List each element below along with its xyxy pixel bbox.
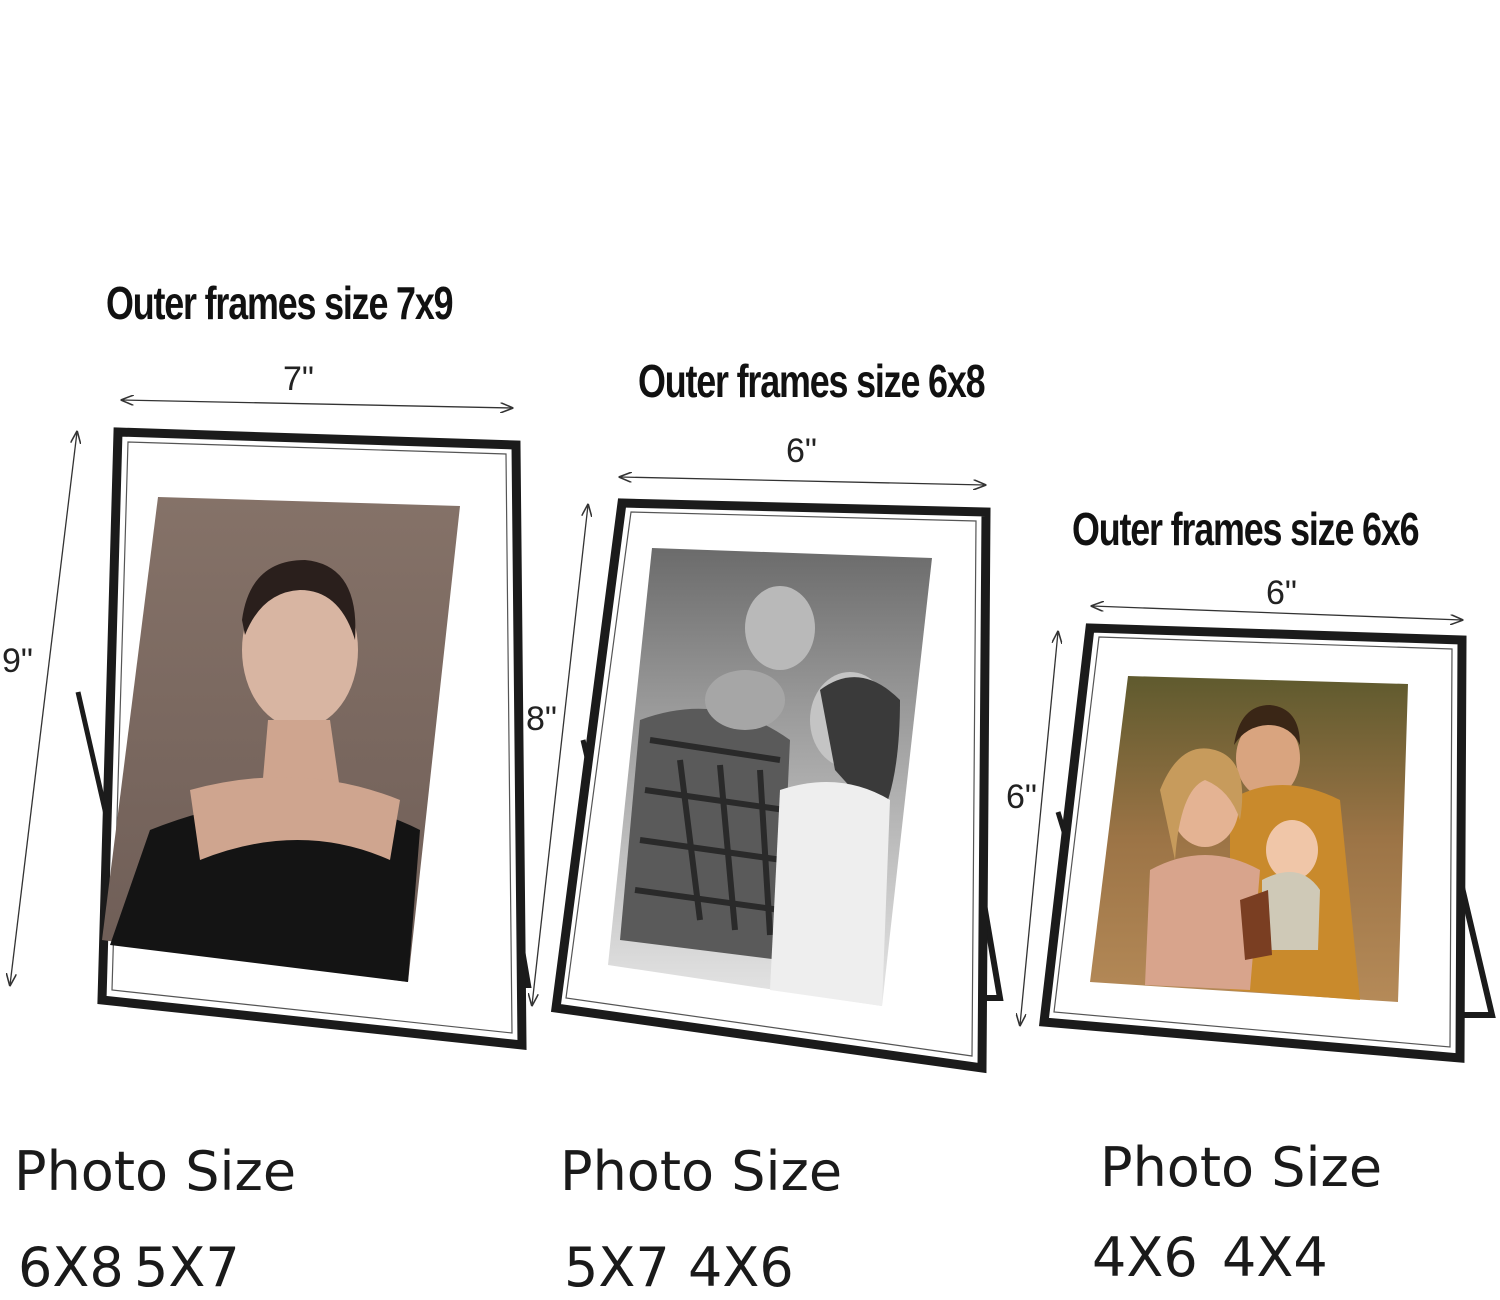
frame-3-photo-size-label: Photo Size — [1100, 1136, 1383, 1199]
frame-3-photo-size-2: 4X4 — [1222, 1226, 1328, 1289]
frame-2-photo-size-2: 4X6 — [688, 1236, 794, 1299]
frame-3 — [1038, 623, 1496, 1063]
frame-2-width-arrow — [620, 477, 985, 485]
frame-3-photo-size-1: 4X6 — [1092, 1226, 1198, 1289]
frame-1-photo-size-2: 5X7 — [134, 1236, 240, 1299]
frame-1-width-arrow — [122, 400, 512, 408]
frame-2-photo-size-1: 5X7 — [564, 1236, 670, 1299]
frame-2 — [550, 498, 1004, 1074]
frame-3-width-arrow — [1092, 606, 1462, 620]
frame-1-photo-size-1: 6X8 — [18, 1236, 124, 1299]
frame-1-photo-size-label: Photo Size — [14, 1140, 297, 1203]
frame-1 — [75, 427, 532, 1051]
frames-illustration — [0, 0, 1496, 1074]
frame-1-height-arrow — [10, 432, 77, 985]
frame-2-photo-size-label: Photo Size — [560, 1140, 843, 1203]
